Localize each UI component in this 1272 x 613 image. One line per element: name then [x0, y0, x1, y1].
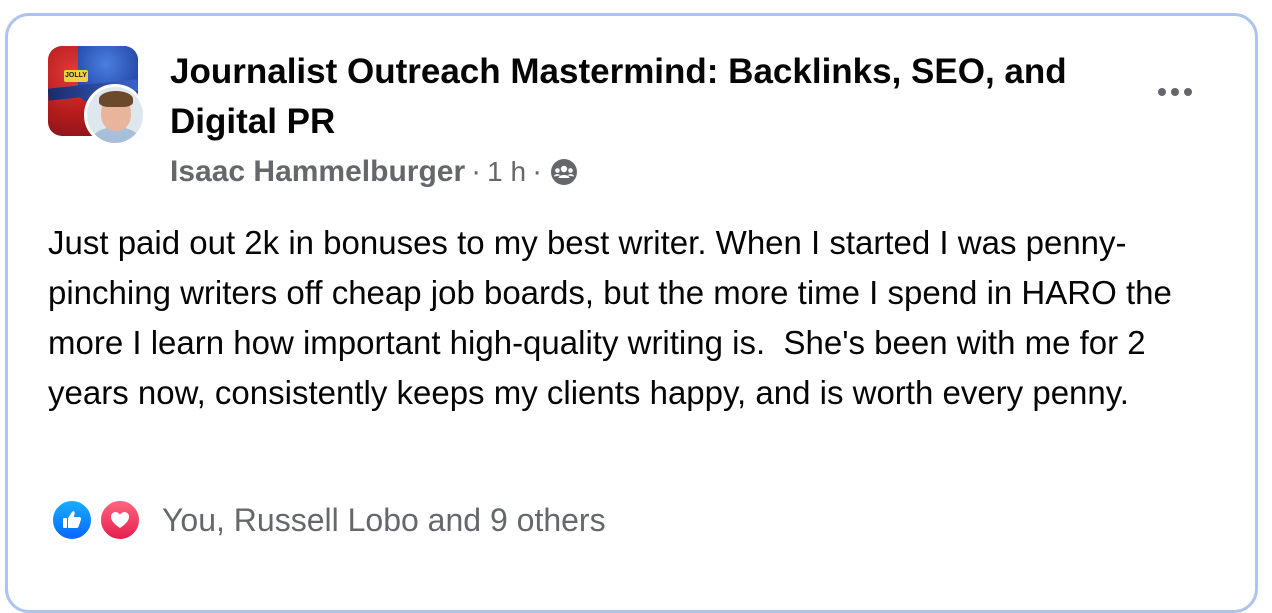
reactions-bar[interactable]: You, Russell Lobo and 9 others [50, 495, 606, 545]
group-audience-icon[interactable] [550, 158, 578, 186]
like-icon[interactable] [50, 498, 94, 542]
avatar-hair [99, 91, 133, 107]
group-logo: JOLLY [64, 70, 88, 82]
reaction-icons[interactable] [50, 496, 146, 544]
author-avatar[interactable] [84, 84, 146, 146]
love-icon[interactable] [98, 498, 142, 542]
group-name-link[interactable]: Journalist Outreach Mastermind: Backlink… [170, 47, 1150, 147]
post-meta: Isaac Hammelburger · 1 h · [170, 152, 578, 192]
more-options-icon [1158, 88, 1166, 96]
meta-separator: · [471, 155, 482, 188]
post-timestamp[interactable]: 1 h [487, 156, 526, 188]
meta-separator: · [532, 155, 543, 188]
reaction-summary[interactable]: You, Russell Lobo and 9 others [162, 502, 606, 539]
more-options-button[interactable] [1148, 72, 1202, 112]
author-name-link[interactable]: Isaac Hammelburger [170, 155, 465, 189]
more-options-icon-dot [1171, 88, 1179, 96]
post-body: Just paid out 2k in bonuses to my best w… [48, 224, 1181, 411]
more-options-icon-dot [1184, 88, 1192, 96]
